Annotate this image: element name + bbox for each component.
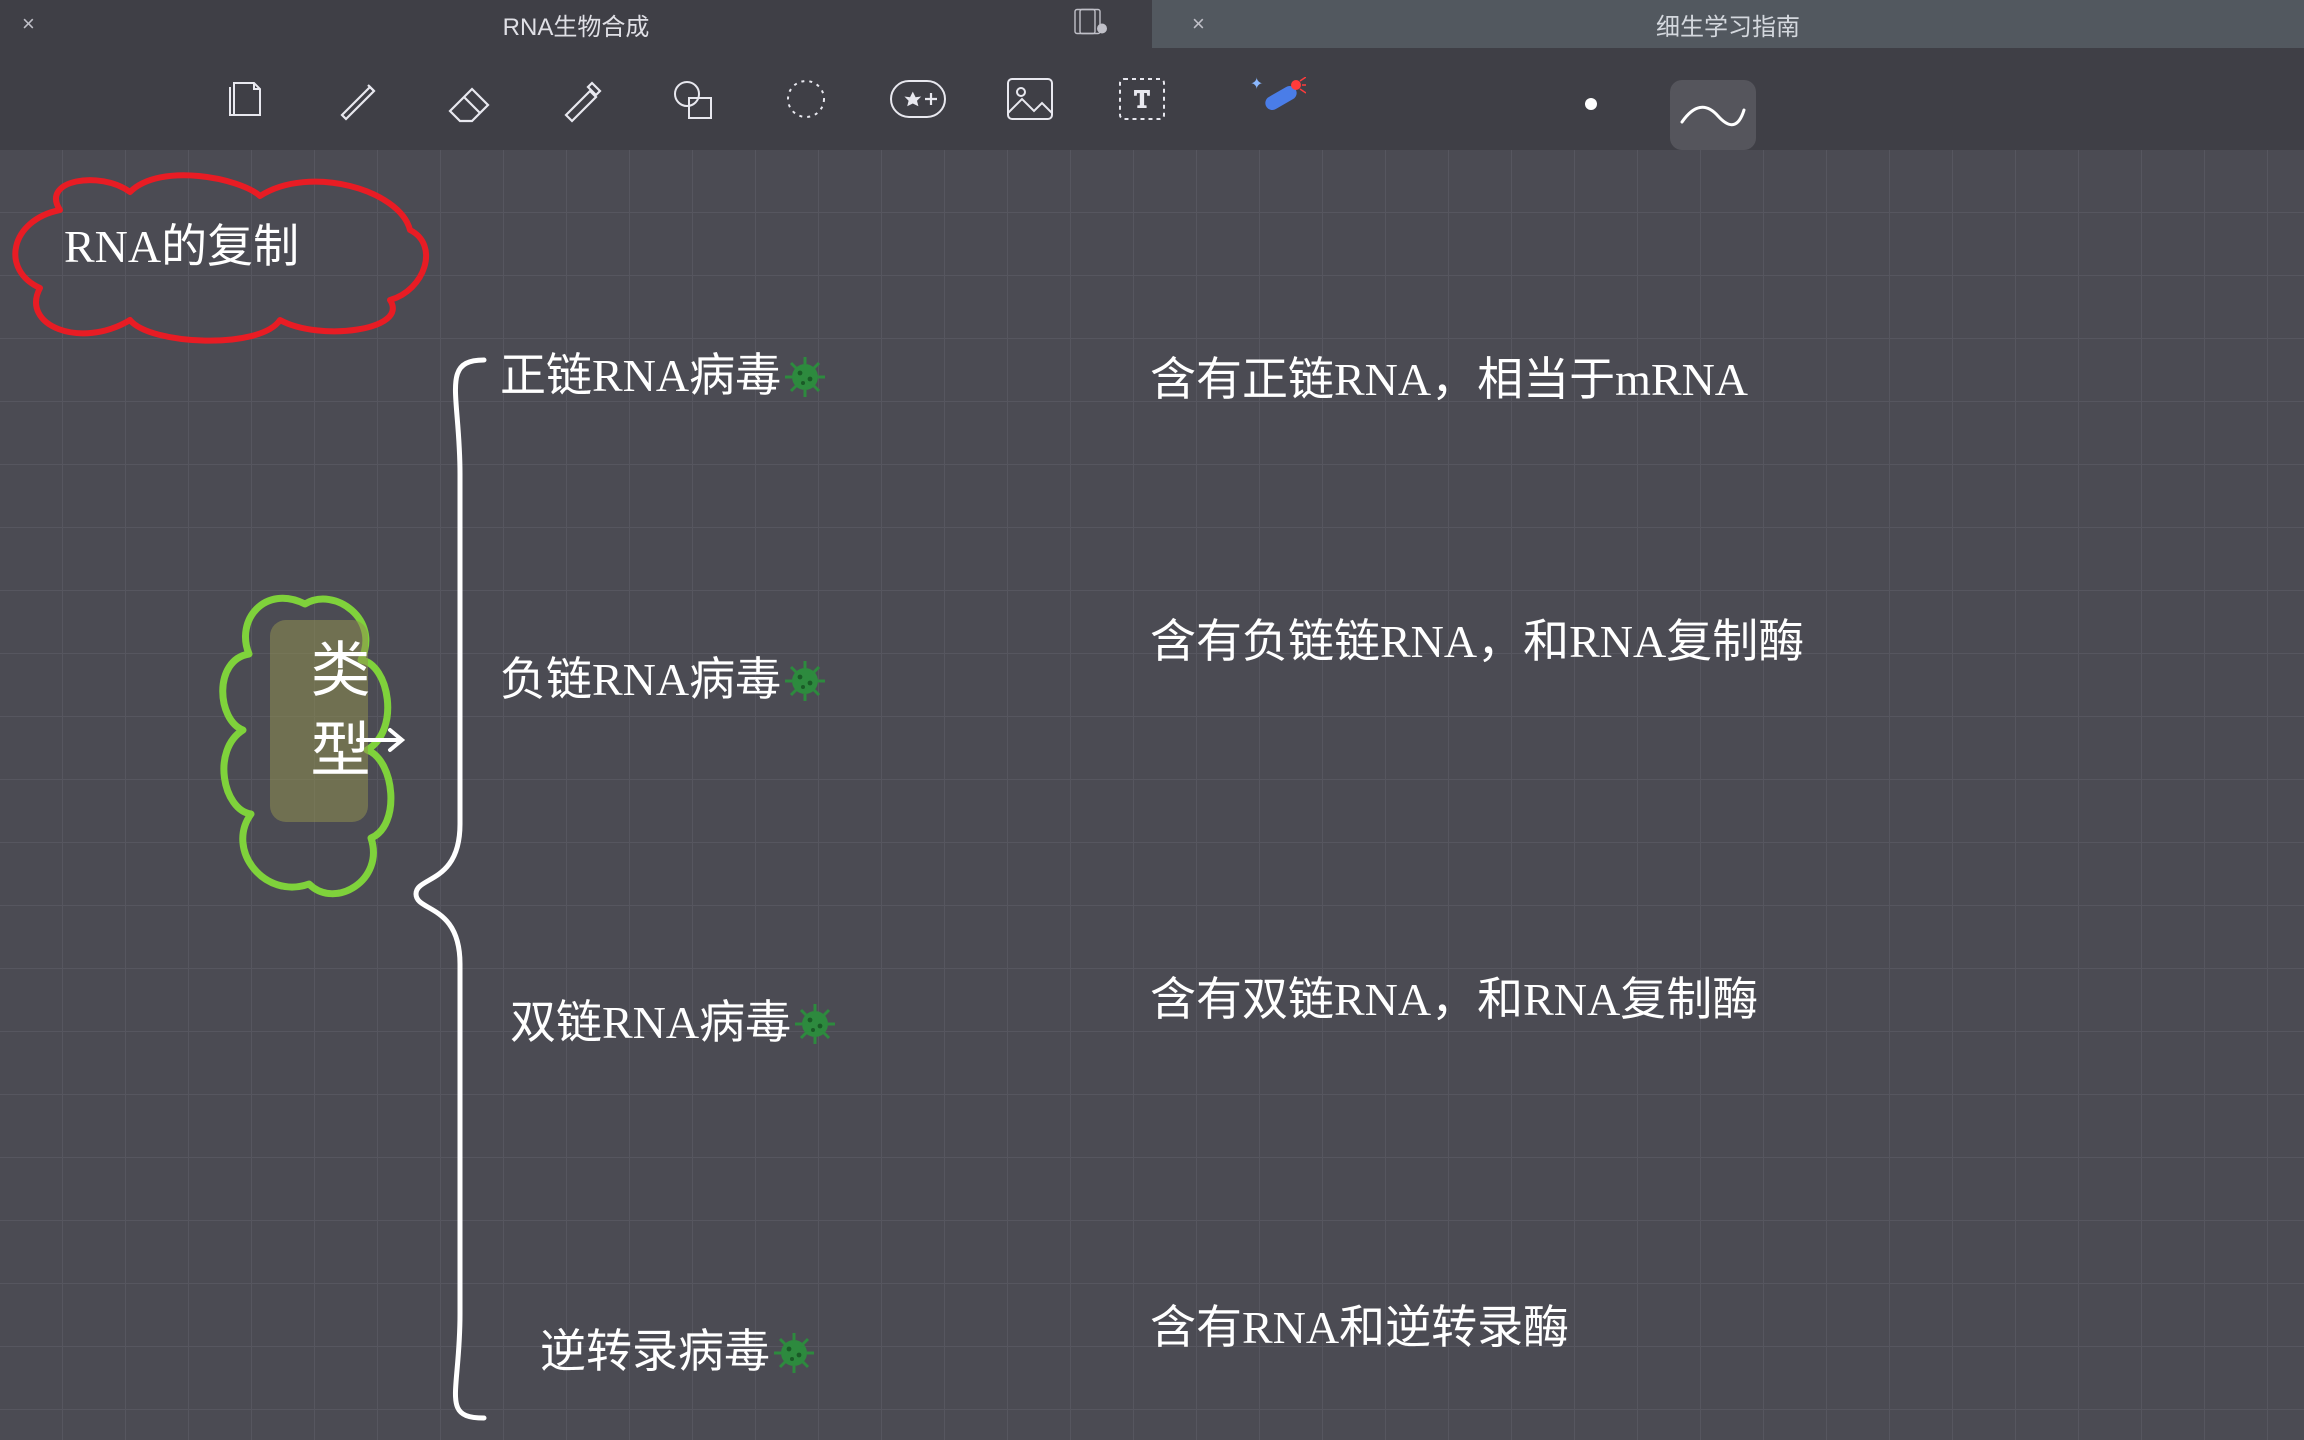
types-label: 类型 xyxy=(292,638,379,798)
toolbar: T ✦ xyxy=(0,48,2304,150)
virus-icon xyxy=(772,1330,816,1374)
close-icon[interactable]: × xyxy=(22,11,35,37)
document-info-icon[interactable] xyxy=(1074,9,1108,40)
document-tool-icon[interactable] xyxy=(190,48,302,150)
virus-icon xyxy=(793,1001,837,1045)
svg-text:T: T xyxy=(1135,87,1150,113)
virus-desc-1: 含有正链RNA，相当于mRNA xyxy=(1150,350,1748,410)
sticker-tool-icon[interactable] xyxy=(862,48,974,150)
virus-icon xyxy=(783,658,827,702)
close-icon[interactable]: × xyxy=(1192,11,1205,37)
virus-icon xyxy=(783,354,827,398)
tab-inactive[interactable]: × 细生学习指南 xyxy=(1152,0,2304,48)
shapes-tool-icon[interactable] xyxy=(638,48,750,150)
lasso-tool-icon[interactable] xyxy=(750,48,862,150)
note-title: RNA的复制 xyxy=(64,210,299,276)
tab-title: 细生学习指南 xyxy=(1656,7,1800,42)
arrow-icon xyxy=(354,720,414,760)
virus-type-1: 正链RNA病毒 xyxy=(500,346,827,406)
svg-text:✦: ✦ xyxy=(1250,77,1263,93)
tab-active[interactable]: × RNA生物合成 xyxy=(0,0,1152,48)
virus-desc-2: 含有负链链RNA，和RNA复制酶 xyxy=(1150,612,1810,672)
canvas[interactable]: RNA的复制 类型 正链RNA病毒 含有正链RNA，相当于mRNA 负链RNA病… xyxy=(0,150,2304,1440)
virus-type-4: 逆转录病毒 xyxy=(540,1322,816,1382)
stroke-preview[interactable] xyxy=(1670,80,1756,150)
text-tool-icon[interactable]: T xyxy=(1086,48,1198,150)
eraser-tool-icon[interactable] xyxy=(414,48,526,150)
color-picker-dot[interactable] xyxy=(1585,98,1597,110)
virus-type-2: 负链RNA病毒 xyxy=(500,650,827,710)
virus-desc-4: 含有RNA和逆转录酶 xyxy=(1150,1298,1569,1358)
tab-title: RNA生物合成 xyxy=(503,7,650,42)
virus-type-3: 双链RNA病毒 xyxy=(510,993,837,1053)
laser-pointer-icon[interactable]: ✦ xyxy=(1222,48,1334,150)
highlighter-tool-icon[interactable] xyxy=(526,48,638,150)
tab-bar: × RNA生物合成 × 细生学习指南 xyxy=(0,0,2304,48)
image-tool-icon[interactable] xyxy=(974,48,1086,150)
pen-tool-icon[interactable] xyxy=(302,48,414,150)
virus-desc-3: 含有双链RNA，和RNA复制酶 xyxy=(1150,970,1758,1030)
bracket-icon xyxy=(410,354,490,1424)
